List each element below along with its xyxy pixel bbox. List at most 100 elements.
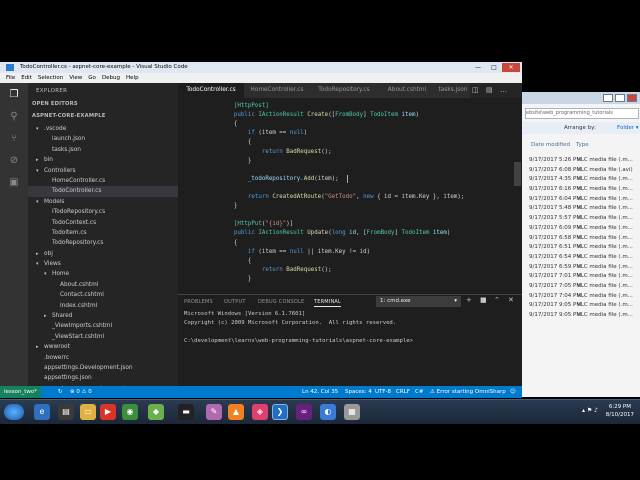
bg-address-bar[interactable]: ebsite\web_programming_tutorials (525, 108, 639, 119)
tree-item[interactable]: TodoItem.cs (28, 228, 178, 238)
file-row[interactable]: 9/17/2017 7:01 PMVLC media file (.m... (529, 272, 640, 282)
tree-item[interactable]: TodoContext.cs (28, 218, 178, 228)
panel-tab-problems[interactable]: PROBLEMS (184, 299, 213, 305)
menu-item-selection[interactable]: Selection (38, 73, 63, 83)
file-row[interactable]: 9/17/2017 6:08 PMVLC media file (.avi) (529, 166, 640, 176)
app-icon-pink[interactable]: ◈ (252, 404, 268, 420)
scrollbar-thumb[interactable] (514, 162, 521, 186)
visual-studio-icon[interactable]: ∞ (296, 404, 312, 420)
menu-item-go[interactable]: Go (88, 73, 96, 83)
tree-item[interactable]: About.cshtml (28, 280, 178, 290)
visual-studio-code-icon[interactable]: ❯ (272, 404, 288, 420)
source-control-icon[interactable]: ⑂ (8, 133, 20, 145)
background-explorer-window[interactable]: ebsite\web_programming_tutorials Arrange… (520, 92, 640, 397)
tree-item[interactable]: ITodoRepository.cs (28, 207, 178, 217)
tree-item[interactable]: HomeController.cs (28, 176, 178, 186)
minimize-button[interactable]: — (470, 63, 486, 72)
file-row[interactable]: 9/17/2017 6:58 PMVLC media file (.m... (529, 234, 640, 244)
menu-item-help[interactable]: Help (126, 73, 139, 83)
tree-item[interactable]: launch.json (28, 134, 178, 144)
editor-scrollbar[interactable] (513, 98, 522, 294)
debug-icon[interactable]: ⊘ (8, 155, 20, 167)
tree-item[interactable]: .bowerrc (28, 353, 178, 363)
editor-tab[interactable]: About.cshtml (378, 83, 437, 98)
git-branch[interactable]: lesson_two* (0, 386, 42, 398)
app-icon-blue[interactable]: ◐ (320, 404, 336, 420)
file-row[interactable]: 9/17/2017 5:26 PMVLC media file (.m... (529, 156, 640, 166)
start-button-icon[interactable] (4, 404, 24, 420)
tree-item[interactable]: ▾ Home (28, 269, 178, 279)
media-player-icon[interactable]: ▶ (100, 404, 116, 420)
app-icon-gray[interactable]: ▦ (344, 404, 360, 420)
panel-tab-terminal[interactable]: TERMINAL (314, 299, 342, 307)
file-row[interactable]: 9/17/2017 6:09 PMVLC media file (.m... (529, 224, 640, 234)
cursor-position[interactable]: Ln 42, Col 35 (302, 386, 338, 398)
tree-item[interactable]: tasks.json (28, 145, 178, 155)
kill-terminal-icon[interactable]: ■ (480, 296, 487, 304)
tree-item[interactable]: ▾ Controllers (28, 166, 178, 176)
menu-item-edit[interactable]: Edit (21, 73, 32, 83)
app-icon-green[interactable]: ◆ (148, 404, 164, 420)
search-icon[interactable]: ⚲ (8, 111, 20, 123)
close-button[interactable]: ✕ (502, 63, 520, 72)
folder-icon[interactable]: ▭ (80, 404, 96, 420)
more-actions-icon[interactable]: … (500, 86, 507, 94)
panel-tab-debug-console[interactable]: DEBUG CONSOLE (258, 299, 304, 305)
editor-tab[interactable]: TodoRepository.cs (310, 83, 379, 98)
project-section[interactable]: ASPNET-CORE-EXAMPLE (32, 113, 105, 119)
split-editor-icon[interactable]: ◫ (472, 86, 479, 94)
tree-item[interactable]: ▸ obj (28, 249, 178, 259)
encoding[interactable]: UTF-8 (375, 386, 391, 398)
layout-icon[interactable]: ▤ (486, 86, 493, 94)
tree-item[interactable]: Contact.cshtml (28, 290, 178, 300)
tree-item[interactable]: appsettings.json (28, 373, 178, 383)
indentation[interactable]: Spaces: 4 (345, 386, 372, 398)
paint-icon[interactable]: ✎ (206, 404, 222, 420)
file-row[interactable]: 9/17/2017 4:35 PMVLC media file (.m... (529, 175, 640, 185)
file-row[interactable]: 9/17/2017 5:57 PMVLC media file (.m... (529, 214, 640, 224)
tree-item[interactable]: ▸ bin (28, 155, 178, 165)
omnisharp-status[interactable]: ⚠ Error starting OmniSharp (430, 386, 506, 398)
bg-arrange-dropdown[interactable]: Folder ▾ (617, 125, 639, 131)
language-mode[interactable]: C# (415, 386, 423, 398)
tree-item[interactable]: ▸ Shared (28, 311, 178, 321)
tree-item[interactable]: _ViewImports.cshtml (28, 321, 178, 331)
code-editor[interactable]: [HttpPost] public IActionResult Create([… (178, 98, 522, 294)
bg-col-date[interactable]: Date modified (531, 142, 570, 148)
file-row[interactable]: 9/17/2017 6:04 PMVLC media file (.m... (529, 195, 640, 205)
file-row[interactable]: 9/17/2017 7:04 PMVLC media file (.m... (529, 292, 640, 302)
feedback-icon[interactable]: ☺ (510, 386, 516, 398)
tree-item[interactable]: ▾ .vscode (28, 124, 178, 134)
tree-item[interactable]: ▸ wwwroot (28, 342, 178, 352)
new-terminal-icon[interactable]: + (466, 296, 472, 304)
tree-item[interactable]: appsettings.Development.json (28, 363, 178, 373)
system-tray[interactable]: ▴ ⚑ ♪ (582, 407, 598, 414)
file-row[interactable]: 9/17/2017 6:51 PMVLC media file (.m... (529, 243, 640, 253)
terminal-select[interactable]: 1: cmd.exe ▾ (376, 296, 461, 307)
menu-item-view[interactable]: View (69, 73, 82, 83)
maximize-button[interactable]: □ (486, 63, 502, 72)
file-row[interactable]: 9/17/2017 6:16 PMVLC media file (.m... (529, 185, 640, 195)
file-row[interactable]: 9/17/2017 9:05 PMVLC media file (.m... (529, 311, 640, 321)
problems-count[interactable]: ⊗ 0 ⚠ 0 (70, 386, 92, 398)
extensions-icon[interactable]: ▣ (8, 177, 20, 189)
open-editors-section[interactable]: OPEN EDITORS (32, 101, 78, 107)
menu-item-file[interactable]: File (6, 73, 15, 83)
explorer-icon[interactable]: ❐ (8, 89, 20, 101)
bg-maximize-button[interactable] (615, 94, 625, 102)
command-prompt-icon[interactable]: ▬ (178, 404, 194, 420)
file-row[interactable]: 9/17/2017 9:05 PMVLC media file (.m... (529, 301, 640, 311)
system-clock[interactable]: 6:29 PM 8/10/2017 (606, 403, 634, 419)
tree-item[interactable]: TodoController.cs (28, 186, 178, 197)
panel-tab-output[interactable]: OUTPUT (224, 299, 246, 305)
sync-icon[interactable]: ↻ (58, 386, 63, 398)
tree-item[interactable]: ▾ Models (28, 197, 178, 207)
tree-item[interactable]: _ViewStart.cshtml (28, 332, 178, 342)
vlc-icon[interactable]: ▲ (228, 404, 244, 420)
tree-item[interactable]: TodoRepository.cs (28, 238, 178, 248)
file-row[interactable]: 9/17/2017 5:48 PMVLC media file (.m... (529, 204, 640, 214)
internet-explorer-icon[interactable]: e (34, 404, 50, 420)
line-ending[interactable]: CRLF (396, 386, 410, 398)
bg-minimize-button[interactable] (603, 94, 613, 102)
tree-item[interactable]: ▾ Views (28, 259, 178, 269)
